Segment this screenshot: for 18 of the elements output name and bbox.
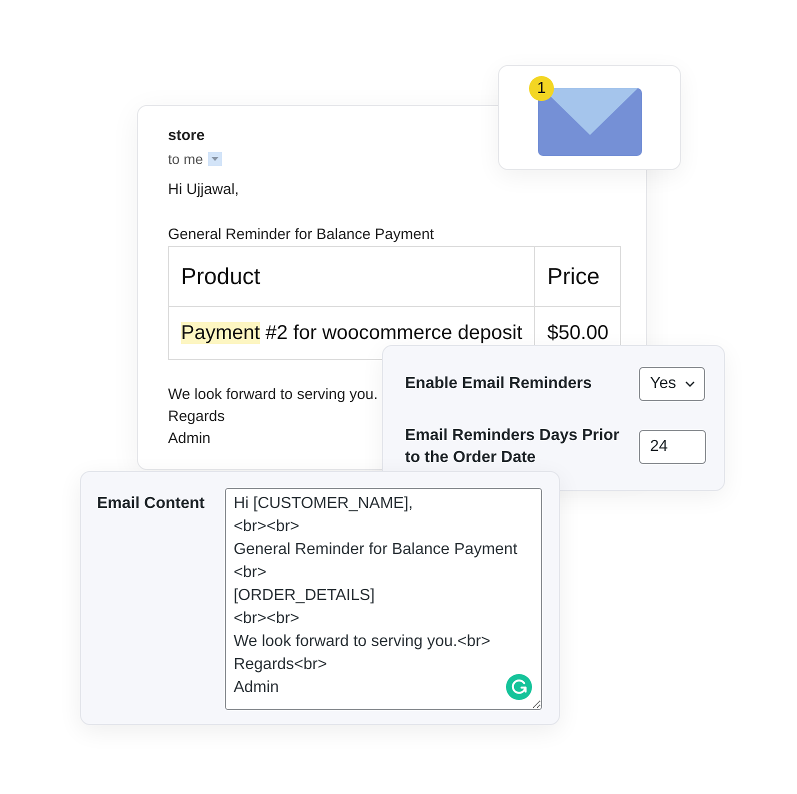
field-label: Email Content — [97, 494, 205, 514]
table-header-cell: Price — [534, 246, 621, 306]
email-body-line: Regards — [168, 407, 225, 427]
select-field[interactable]: Yes — [639, 367, 705, 401]
table-header-cell: Product — [168, 246, 535, 306]
sender-name: store — [168, 126, 205, 146]
recipient-label: to me — [168, 150, 204, 168]
email-body-line: We look forward to serving you. — [168, 385, 378, 405]
caret-down-icon[interactable] — [208, 152, 222, 166]
number-field[interactable]: 24 — [639, 430, 706, 464]
count-badge: 1 — [529, 76, 554, 101]
greeting-text: Hi Ujjawal, — [168, 180, 239, 200]
setting-label: Enable Email Reminders — [405, 374, 593, 394]
email-body-text: General Reminder for Balance Payment — [168, 225, 434, 245]
setting-label: Email Reminders Days Prior to the Order Date — [405, 426, 620, 468]
email-body-line: Admin — [168, 429, 211, 449]
email-content-field[interactable]: Hi [CUSTOMER_NAME], <br><br> General Reminder for Balance Payment <br> [ORDER_DETAILS] <br><br> We look forward to serving you.<br> Regards<br> Admin — [224, 488, 542, 710]
chevron-down-icon — [685, 381, 695, 387]
